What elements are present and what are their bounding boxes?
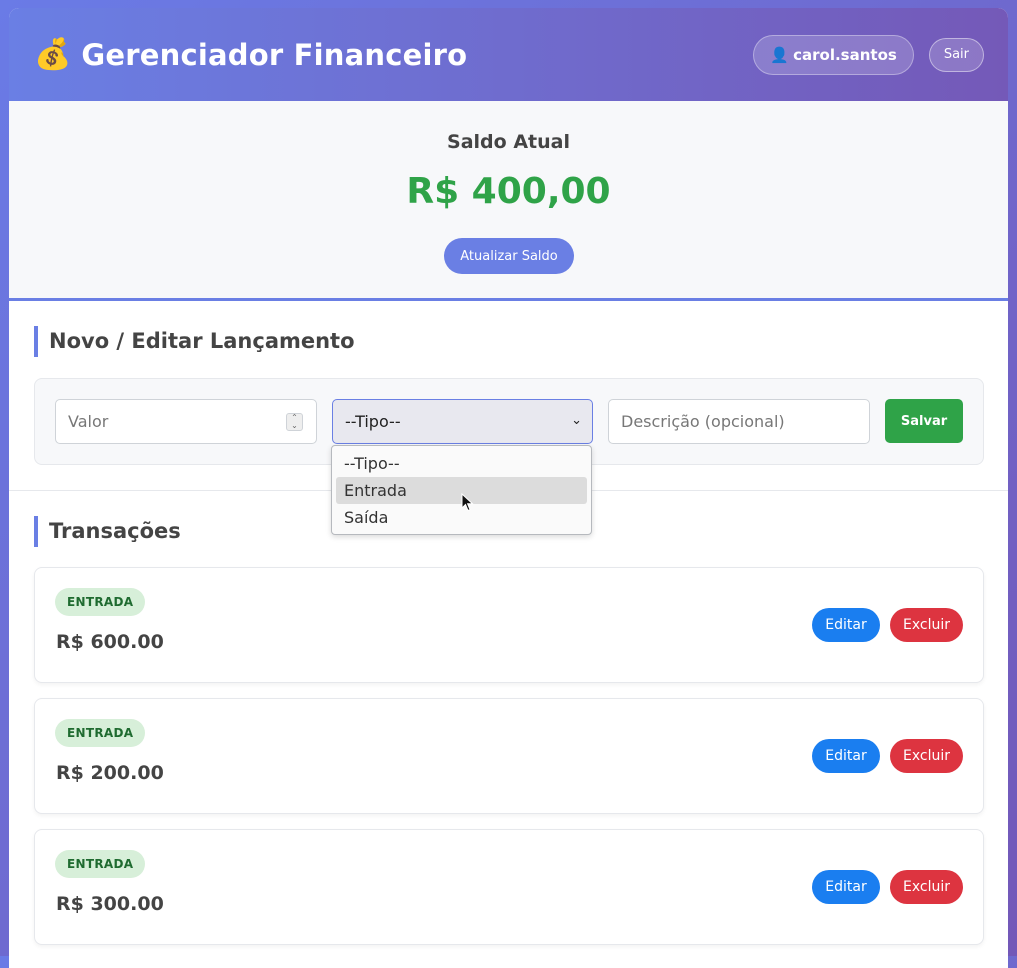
valor-input[interactable]: Valor ⌃ ⌄ [55,399,317,444]
tipo-dropdown: --Tipo-- Entrada Saída [331,445,592,535]
refresh-balance-button[interactable]: Atualizar Saldo [444,238,574,274]
delete-button[interactable]: Excluir [890,608,963,642]
transaction-amount: R$ 300.00 [56,893,164,915]
chevron-down-icon: ⌄ [571,413,582,428]
brand: 💰 Gerenciador Financeiro [34,38,467,72]
type-badge: ENTRADA [55,719,146,747]
transaction-amount: R$ 600.00 [56,631,164,653]
transaction-card: ENTRADA R$ 200.00 Editar Excluir [34,698,984,814]
save-button[interactable]: Salvar [885,399,963,443]
header: 💰 Gerenciador Financeiro 👤 carol.santos … [9,8,1008,101]
username: carol.santos [793,45,897,64]
descricao-placeholder: Descrição (opcional) [621,412,785,431]
logout-button[interactable]: Sair [928,37,984,72]
delete-button[interactable]: Excluir [890,739,963,773]
app-window: 💰 Gerenciador Financeiro 👤 carol.santos … [9,8,1008,968]
number-spinner[interactable]: ⌃ ⌄ [286,413,303,431]
option-tipo[interactable]: --Tipo-- [336,450,587,477]
balance-panel: Saldo Atual R$ 400,00 Atualizar Saldo [9,101,1008,301]
edit-button[interactable]: Editar [812,739,880,773]
app-title: Gerenciador Financeiro [81,37,468,72]
transaction-card: ENTRADA R$ 300.00 Editar Excluir [34,829,984,945]
type-badge: ENTRADA [55,850,146,878]
money-bag-icon: 💰 [34,36,72,72]
edit-button[interactable]: Editar [812,608,880,642]
delete-button[interactable]: Excluir [890,870,963,904]
balance-value: R$ 400,00 [406,171,611,212]
tipo-select[interactable]: --Tipo-- ⌄ [332,399,593,444]
valor-placeholder: Valor [68,412,109,431]
mouse-cursor-icon [461,493,474,512]
transaction-card: ENTRADA R$ 600.00 Editar Excluir [34,567,984,683]
tipo-selected-value: --Tipo-- [345,412,401,431]
descricao-input[interactable]: Descrição (opcional) [608,399,870,444]
edit-button[interactable]: Editar [812,870,880,904]
header-actions: 👤 carol.santos Sair [753,34,984,75]
transactions-section-title: Transações [34,516,181,547]
user-chip[interactable]: 👤 carol.santos [753,34,914,75]
balance-label: Saldo Atual [447,131,570,153]
type-badge: ENTRADA [55,588,146,616]
transaction-amount: R$ 200.00 [56,762,164,784]
form-section-title: Novo / Editar Lançamento [34,326,355,357]
user-icon: 👤 [770,45,790,64]
